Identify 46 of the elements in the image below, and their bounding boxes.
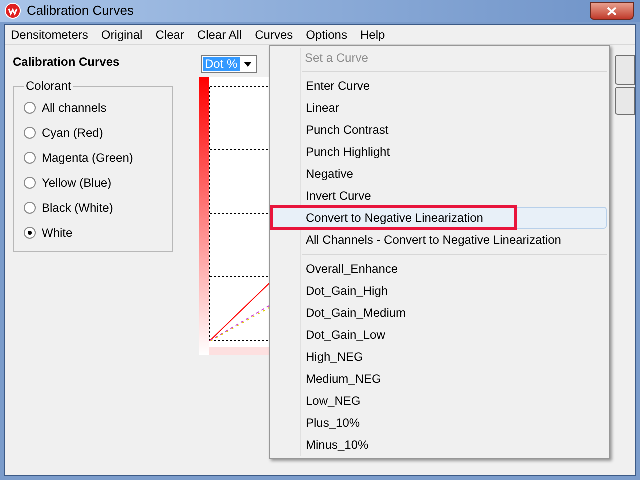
menu-entry[interactable]: High_NEG (272, 346, 607, 368)
radio-button[interactable] (24, 202, 36, 214)
menu-entry[interactable]: Medium_NEG (272, 368, 607, 390)
radio-label: Magenta (Green) (42, 150, 134, 166)
radio-label: Cyan (Red) (42, 124, 104, 142)
menu-entry[interactable]: Negative (272, 163, 607, 185)
menu-entry[interactable]: Dot_Gain_Medium (272, 302, 607, 324)
menu-item[interactable]: Clear (156, 26, 184, 44)
menu-entry[interactable]: Minus_10% (272, 434, 607, 456)
menu-entry[interactable]: Dot_Gain_High (272, 280, 607, 302)
menu-entry[interactable]: Invert Curve (272, 185, 607, 207)
radio-label: Black (White) (42, 200, 114, 216)
menu-item[interactable]: Original (101, 26, 143, 44)
menu-entry[interactable]: All Channels - Convert to Negative Linearization (272, 229, 607, 251)
dropdown-arrow-icon (244, 62, 252, 66)
radio-label: All channels (42, 100, 107, 116)
menu-entry[interactable]: Punch Highlight (272, 141, 607, 163)
close-button[interactable] (590, 2, 634, 20)
radio-button[interactable] (24, 126, 36, 138)
radio-button[interactable] (24, 176, 36, 188)
radio-button[interactable] (24, 152, 36, 164)
menu-entry[interactable]: Punch Contrast (272, 119, 607, 141)
radio-label: Yellow (Blue) (42, 174, 112, 192)
group-label: Colorant (25, 78, 72, 95)
side-button[interactable] (615, 87, 635, 115)
menu-item[interactable]: Clear All (197, 26, 242, 44)
side-button[interactable] (615, 55, 635, 85)
app-logo-icon (5, 3, 21, 19)
menu-entry[interactable]: Dot_Gain_Low (272, 324, 607, 346)
menu-item[interactable]: Curves (255, 26, 294, 44)
radio-button[interactable] (24, 102, 36, 114)
menu-entry[interactable]: Linear (272, 97, 607, 119)
menu-entry[interactable]: Enter Curve (272, 75, 607, 97)
close-icon (607, 6, 617, 16)
menu-entry[interactable]: Overall_Enhance (272, 258, 607, 280)
menu-header: Set a Curve (305, 50, 368, 67)
menu-entry[interactable]: Plus_10% (272, 412, 607, 434)
menu-item[interactable]: Help (360, 26, 386, 44)
menu-entry[interactable]: Low_NEG (272, 390, 607, 412)
menu-item[interactable]: Densitometers (11, 26, 88, 44)
window-title: Calibration Curves (27, 2, 134, 20)
panel-title: Calibration Curves (13, 54, 121, 71)
menu-item[interactable]: Options (306, 26, 348, 44)
radio-label: White (42, 224, 73, 242)
dropdown-value: Dot % (203, 57, 240, 71)
radio-button[interactable] (24, 226, 36, 238)
